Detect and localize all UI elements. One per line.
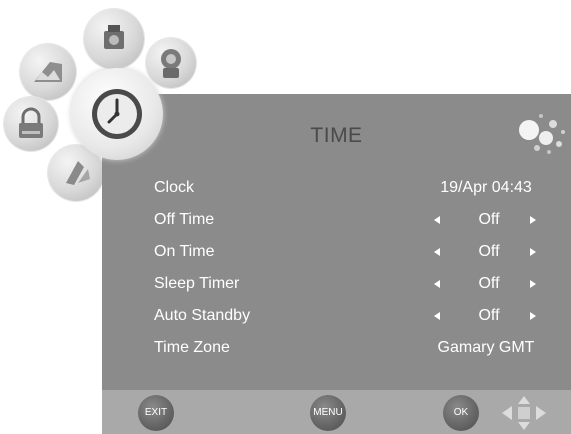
menu-row-value: 19/Apr 04:43 [440, 179, 532, 196]
arrow-left-icon[interactable] [434, 280, 440, 288]
menu-row-label: Clock [154, 179, 195, 196]
category-channel[interactable] [84, 9, 144, 69]
menu-row-label: On Time [154, 243, 215, 260]
menu-row-value: Gamary GMT [437, 339, 535, 356]
ok-button[interactable]: OK [443, 395, 479, 431]
menu-row-label: Sleep Timer [154, 275, 240, 292]
arrow-left-icon[interactable] [434, 312, 440, 320]
menu-row-value: Off [478, 211, 500, 228]
menu-row-auto-standby[interactable]: Auto Standby Off [154, 303, 551, 331]
arrow-left-icon[interactable] [434, 248, 440, 256]
menu-row-off-time[interactable]: Off Time Off [154, 207, 551, 235]
arrow-left-icon[interactable] [434, 216, 440, 224]
menu-row-label: Off Time [154, 211, 215, 228]
menu-row-value: Off [478, 275, 500, 292]
menu-row-label: Auto Standby [154, 307, 251, 324]
navigation-arrows-icon [502, 396, 546, 430]
exit-button[interactable]: EXIT [138, 395, 174, 431]
camera-icon [104, 25, 124, 49]
menu-row-value: Off [478, 243, 500, 260]
arrow-right-icon[interactable] [530, 248, 536, 256]
menu-row-label: Time Zone [154, 339, 230, 356]
arrow-right-icon[interactable] [530, 312, 536, 320]
picture-icon [34, 62, 62, 82]
lock-icon [19, 107, 43, 138]
menu-row-time-zone[interactable]: Time Zone Gamary GMT [154, 335, 551, 363]
menu-row-value: Off [478, 307, 500, 324]
arrow-right-icon[interactable] [530, 280, 536, 288]
time-menu-panel: TIME Clock 19/Apr 04:43 Off Time Off On … [102, 94, 571, 434]
menu-row-clock[interactable]: Clock 19/Apr 04:43 [154, 175, 551, 203]
arrow-right-icon[interactable] [530, 216, 536, 224]
menu-row-on-time[interactable]: On Time Off [154, 239, 551, 267]
menu-button[interactable]: MENU [310, 395, 346, 431]
clock-icon [92, 89, 142, 139]
decorative-dots-icon [519, 114, 565, 154]
footer-bar: EXIT MENU OK [102, 390, 571, 434]
category-picture[interactable] [20, 44, 76, 100]
category-lock[interactable] [4, 97, 58, 151]
category-time[interactable] [71, 68, 163, 160]
menu-row-sleep-timer[interactable]: Sleep Timer Off [154, 271, 551, 299]
